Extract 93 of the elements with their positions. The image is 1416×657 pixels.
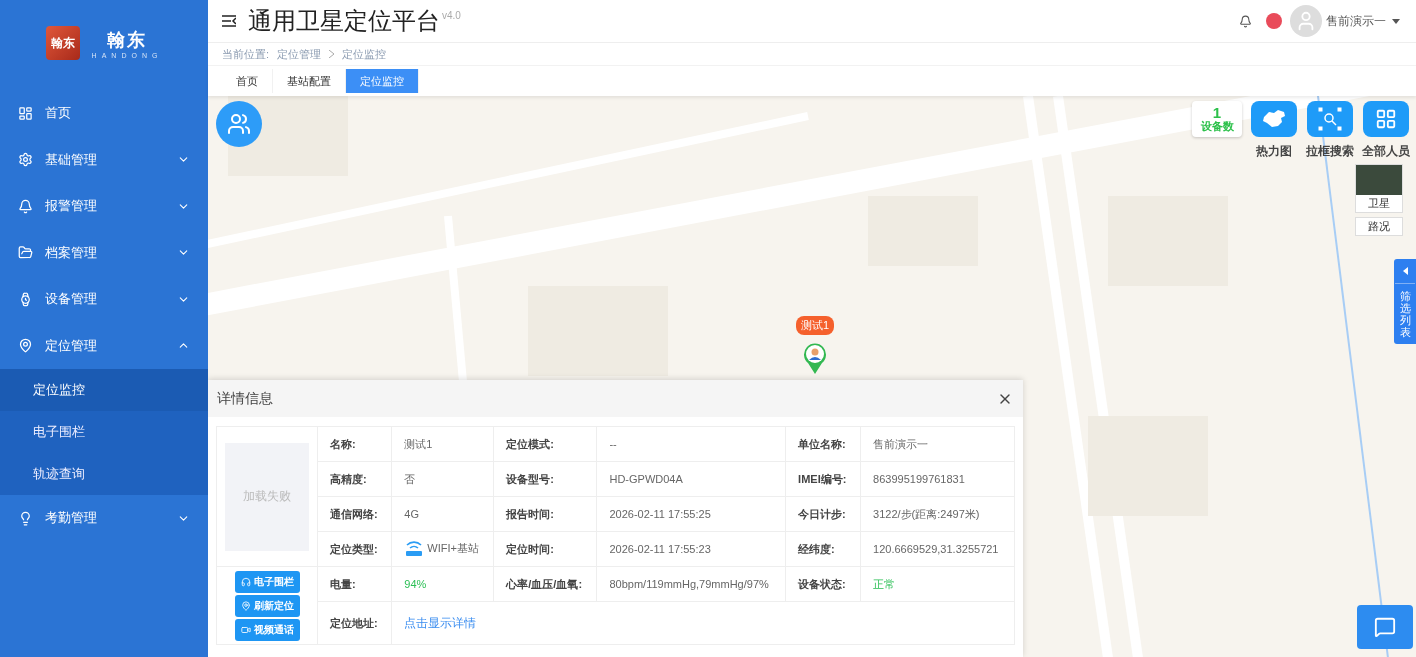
breadcrumb-prefix: 当前位置: [222,46,270,62]
version-label: v4.0 [442,10,461,21]
field-value: 售前演示一 [860,426,1015,462]
field-value: HD-GPWD04A [596,461,786,497]
breadcrumb-separator-icon [329,50,335,58]
sidebar-item[interactable]: 报警管理 [0,183,208,230]
folder-icon [18,245,33,261]
grid-icon [1375,108,1397,130]
map-tool-label: 拉框搜索 [1306,143,1354,160]
sidebar-item[interactable]: 设备管理 [0,276,208,323]
breadcrumb-item[interactable]: 定位管理 [277,46,322,62]
field-value: 2026-02-11 17:55:25 [596,496,786,532]
field-value: -- [596,426,786,462]
app-title: 通用卫星定位平台 [248,6,440,36]
page-tab[interactable]: 首页 [222,69,273,93]
field-label: 通信网络: [317,496,392,532]
action-button[interactable]: 视频通话 [234,618,300,641]
panel-title: 详情信息 [217,389,274,408]
dropdown-caret-icon[interactable] [1392,18,1400,24]
zoom-box-icon [1318,107,1342,131]
field-value: 否 [391,461,494,497]
field-label: IMEI编号: [785,461,861,497]
user-avatar [1290,5,1322,37]
satellite-thumbnail [1356,165,1402,195]
language-flag-icon[interactable] [1266,13,1282,29]
field-label: 报告时间: [493,496,597,532]
field-label: 定位时间: [493,531,597,567]
field-value: WIFI+基站 [427,540,479,556]
sidebar-item[interactable]: 定位管理 [0,322,208,369]
filter-list-tab[interactable]: 筛选列表 [1394,259,1416,345]
field-label: 定位模式: [493,426,597,462]
map-tool-label: 全部人员 [1362,143,1410,160]
map-pin-icon [240,600,251,611]
page-tab[interactable]: 定位监控 [346,69,419,93]
field-label: 经纬度: [785,531,861,567]
wifi-router-icon [404,539,425,557]
field-value: 4G [391,496,494,532]
map-pin-icon [18,338,33,354]
camera-icon [240,624,251,635]
field-value: 测试1 [391,426,494,462]
field-value: 94% [391,566,494,602]
sidebar-subitem[interactable]: 轨迹查询 [0,453,208,495]
field-label: 单位名称: [785,426,861,462]
map-tool-button[interactable] [1251,101,1297,137]
field-label: 今日计步: [785,496,861,532]
chat-button[interactable] [1357,605,1413,649]
field-label: 设备状态: [785,566,861,602]
marker-label: 测试1 [796,316,835,335]
map-tool-button[interactable] [1307,101,1353,137]
sidebar-subitem[interactable]: 电子围栏 [0,411,208,453]
brand-name: 翰东 [107,28,147,52]
sidebar-item[interactable]: 档案管理 [0,229,208,276]
field-value: 正常 [860,566,1015,602]
show-details-link[interactable]: 点击显示详情 [404,615,477,630]
field-label: 定位地址: [317,601,392,645]
map-tool-label: 热力图 [1256,143,1292,160]
sidebar-item[interactable]: 首页 [0,90,208,137]
dashboard-icon [18,105,33,121]
field-label: 定位类型: [317,531,392,567]
map-layer-button[interactable]: 路况 [1355,217,1403,236]
field-value: 2026-02-11 17:55:23 [596,531,786,567]
field-label: 心率/血压/血氧: [493,566,597,602]
chat-bubble-icon [1374,616,1396,638]
field-value: 3122/步(距离:2497米) [860,496,1015,532]
sidebar-item[interactable]: 基础管理 [0,136,208,183]
device-count-card: 1 设备数 [1192,101,1242,137]
field-label: 高精度: [317,461,392,497]
user-name[interactable]: 售前演示一 [1326,12,1386,30]
bell-icon [18,198,33,214]
field-value: 863995199761831 [860,461,1015,497]
sidebar-item[interactable]: 考勤管理 [0,495,208,542]
load-failed-text: 加载失败 [243,488,291,505]
breadcrumb-item[interactable]: 定位监控 [342,46,387,62]
person-map-pin-icon[interactable] [802,341,829,375]
menu-toggle-icon[interactable] [222,15,236,27]
people-icon [227,112,251,136]
action-button[interactable]: 电子围栏 [234,570,300,593]
field-label: 设备型号: [493,461,597,497]
field-label: 名称: [317,426,392,462]
action-button[interactable]: 刷新定位 [234,594,300,617]
lightbulb-icon [18,510,33,526]
map-tool-button[interactable] [1363,101,1409,137]
field-value: 120.6669529,31.3255721 [860,531,1015,567]
notification-bell-icon[interactable] [1239,14,1252,28]
map-layer-button[interactable]: 卫星 [1355,164,1403,213]
gear-icon [18,152,33,168]
field-value: 80bpm/119mmHg,79mmHg/97% [596,566,786,602]
field-label: 电量: [317,566,392,602]
watch-icon [18,291,33,307]
headphones-icon [240,576,251,587]
brand-logo: 翰东 [45,26,80,60]
sidebar-subitem[interactable]: 定位监控 [0,369,208,411]
china-map-icon [1261,109,1287,129]
